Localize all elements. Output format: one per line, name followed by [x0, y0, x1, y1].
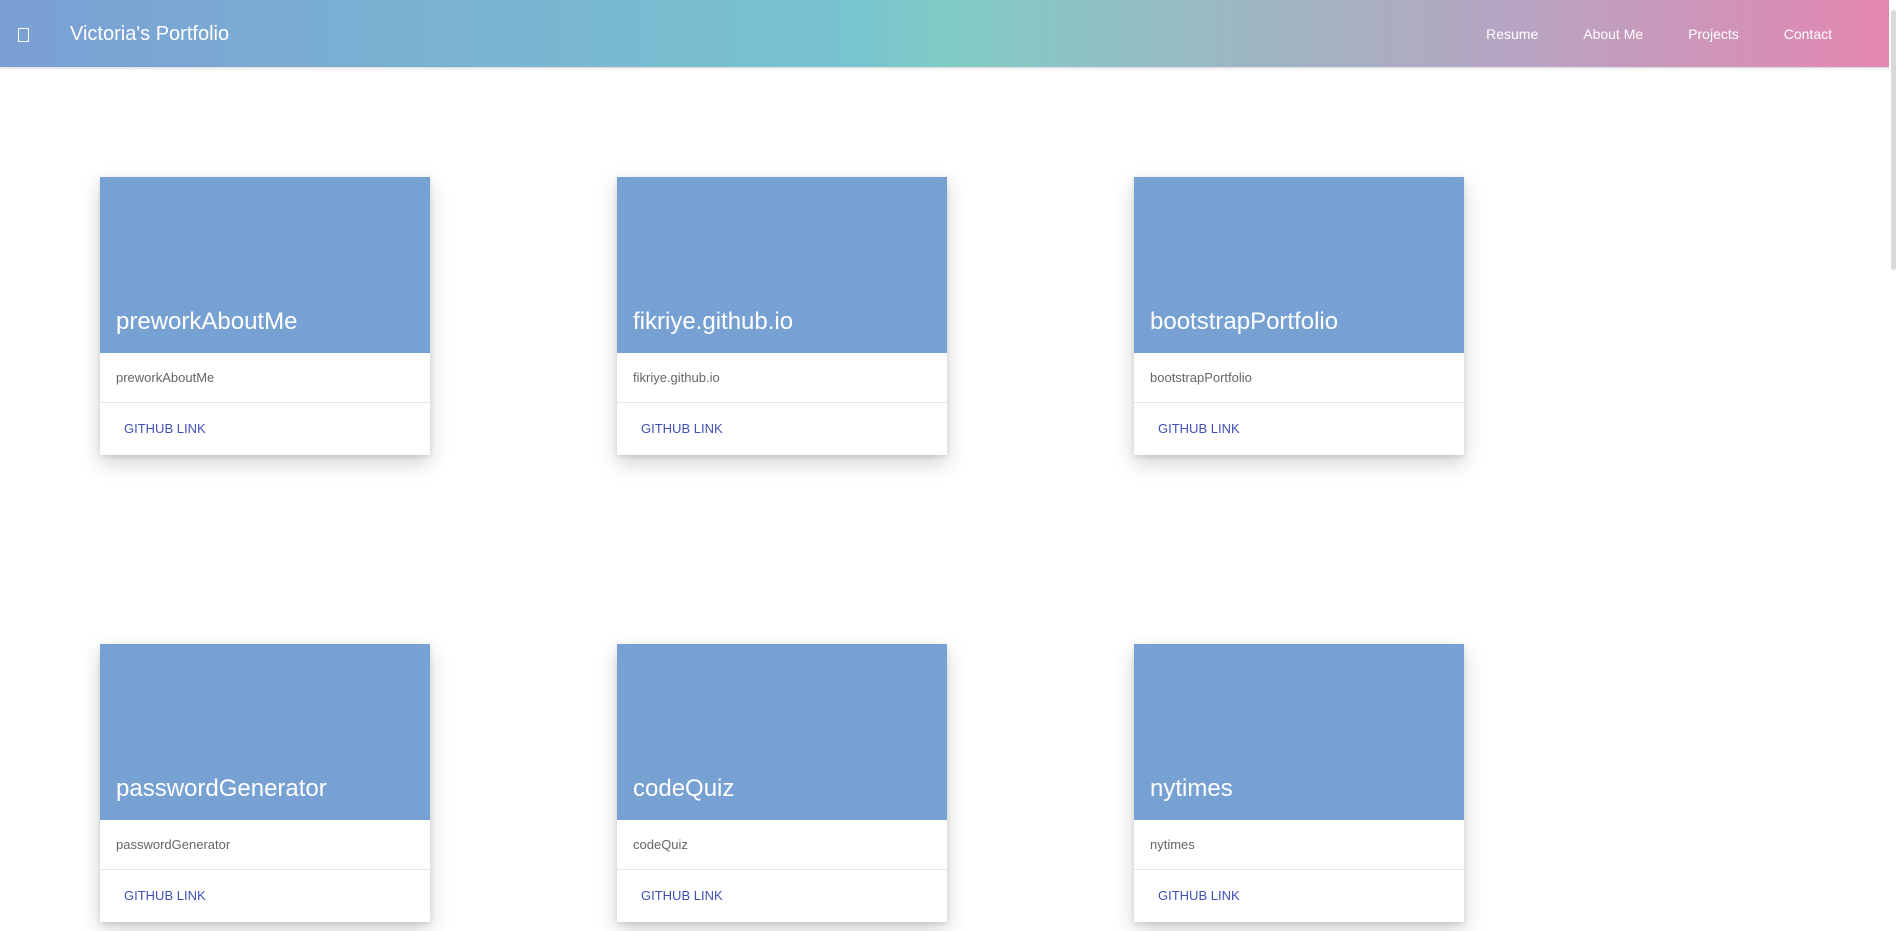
page-scrollbar[interactable] — [1889, 0, 1897, 931]
card-image: passwordGenerator — [100, 644, 430, 820]
project-card-fikriye-github-io: fikriye.github.io fikriye.github.io GITH… — [617, 177, 947, 455]
card-description: preworkAboutMe — [100, 353, 430, 403]
card-title: preworkAboutMe — [116, 308, 298, 335]
card-description: codeQuiz — [617, 820, 947, 870]
card-title: nytimes — [1150, 775, 1233, 802]
github-link[interactable]: GITHUB LINK — [100, 870, 430, 922]
github-link[interactable]: GITHUB LINK — [617, 403, 947, 455]
github-link[interactable]: GITHUB LINK — [1134, 870, 1464, 922]
card-image: preworkAboutMe — [100, 177, 430, 353]
card-image: codeQuiz — [617, 644, 947, 820]
github-link[interactable]: GITHUB LINK — [617, 870, 947, 922]
card-description: fikriye.github.io — [617, 353, 947, 403]
card-image: fikriye.github.io — [617, 177, 947, 353]
github-link[interactable]: GITHUB LINK — [100, 403, 430, 455]
card-description: nytimes — [1134, 820, 1464, 870]
project-card-passwordgenerator: passwordGenerator passwordGenerator GITH… — [100, 644, 430, 922]
project-card-grid: preworkAboutMe preworkAboutMe GITHUB LIN… — [0, 0, 1897, 931]
card-title: bootstrapPortfolio — [1150, 308, 1339, 335]
card-title: fikriye.github.io — [633, 308, 794, 335]
github-link[interactable]: GITHUB LINK — [1134, 403, 1464, 455]
card-image: bootstrapPortfolio — [1134, 177, 1464, 353]
card-description: passwordGenerator — [100, 820, 430, 870]
project-card-preworkaboutme: preworkAboutMe preworkAboutMe GITHUB LIN… — [100, 177, 430, 455]
card-title: passwordGenerator — [116, 775, 327, 802]
portfolio-page: Victoria's Portfolio Resume About Me Pro… — [0, 0, 1897, 931]
scrollbar-thumb[interactable] — [1891, 10, 1896, 270]
card-title: codeQuiz — [633, 775, 735, 802]
project-card-nytimes: nytimes nytimes GITHUB LINK — [1134, 644, 1464, 922]
card-image: nytimes — [1134, 644, 1464, 820]
project-card-bootstrapportfolio: bootstrapPortfolio bootstrapPortfolio GI… — [1134, 177, 1464, 455]
project-card-codequiz: codeQuiz codeQuiz GITHUB LINK — [617, 644, 947, 922]
card-description: bootstrapPortfolio — [1134, 353, 1464, 403]
